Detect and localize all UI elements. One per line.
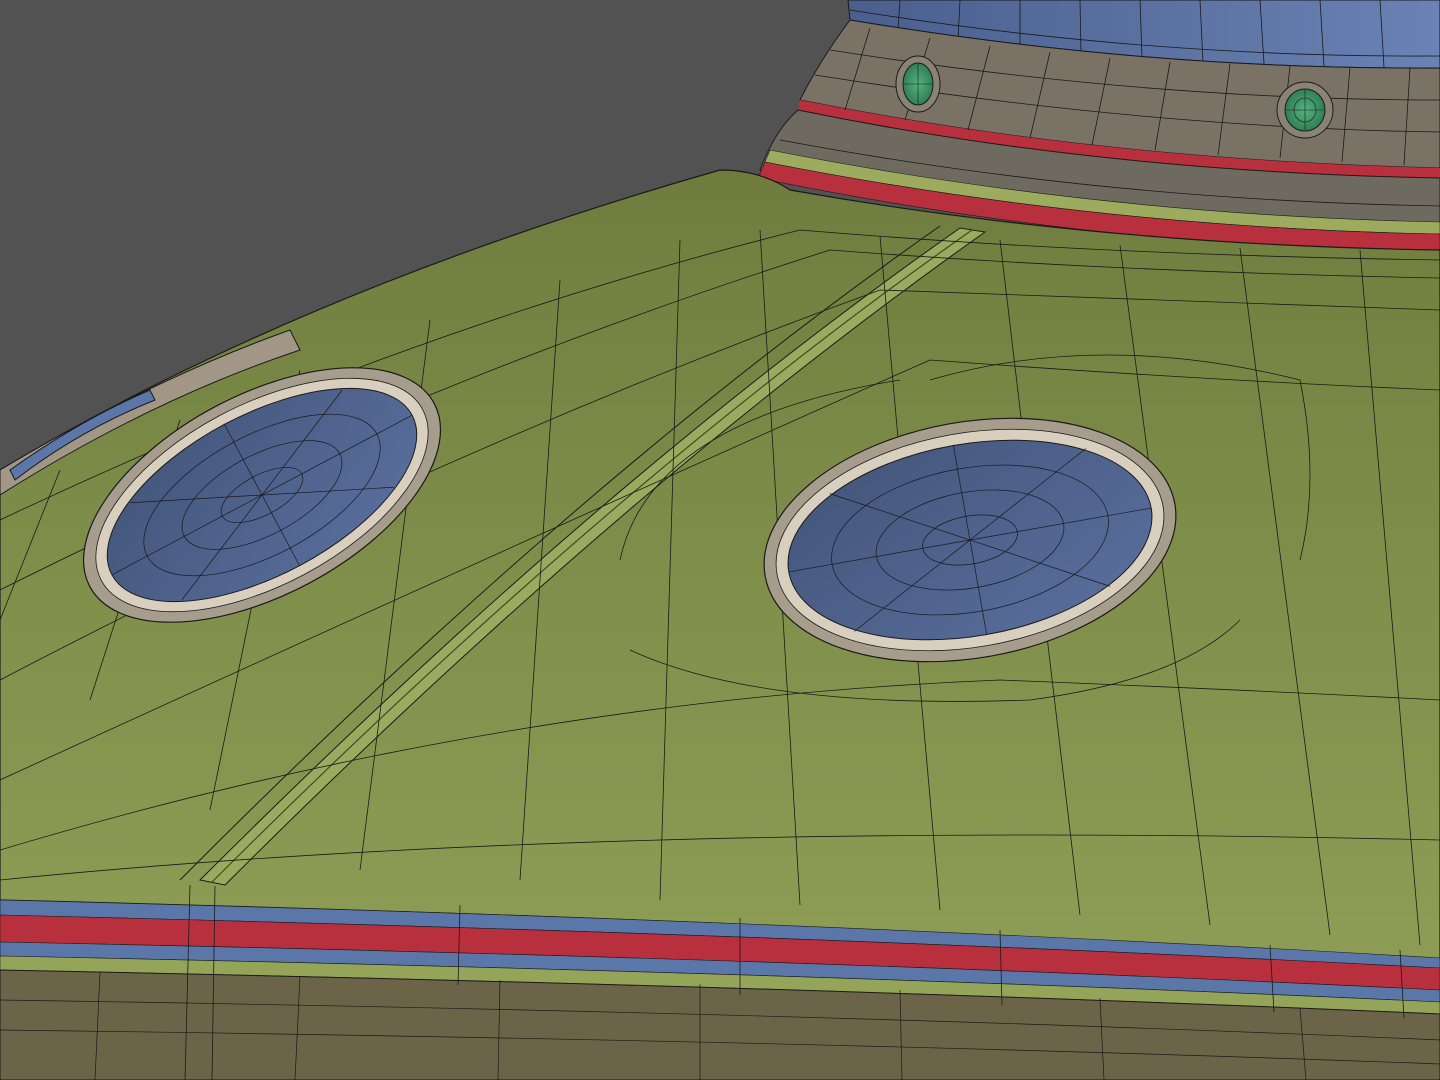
collar-porthole-right: [1276, 81, 1334, 139]
collar-porthole-left: [895, 55, 941, 113]
3d-viewport: [0, 0, 1440, 1080]
